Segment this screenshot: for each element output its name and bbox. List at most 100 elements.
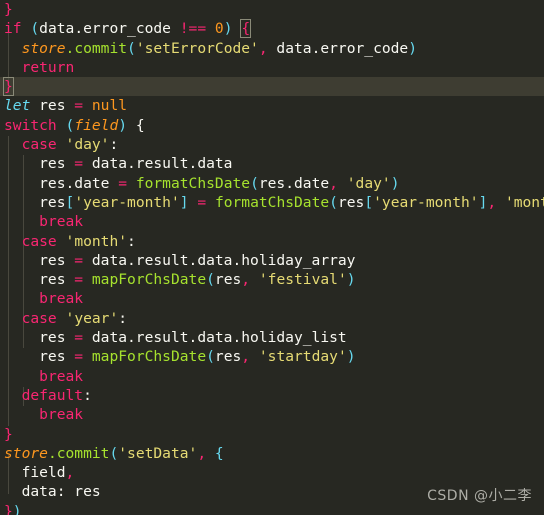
- token-8-4: :: [109, 136, 119, 154]
- token-13-0: [4, 233, 22, 250]
- code-line-11[interactable]: res['year-month'] = formatChsDate(res['y…: [0, 193, 544, 212]
- token-17-2: [57, 310, 66, 327]
- code-line-4[interactable]: return: [0, 58, 544, 77]
- code-editor[interactable]: } if (data.error_code !== 0) { store.comm…: [0, 0, 544, 515]
- code-line-5[interactable]: }: [0, 77, 544, 97]
- token-11-8: (: [329, 193, 338, 211]
- token-13-1: case: [21, 232, 57, 250]
- token-12-1: break: [39, 213, 84, 231]
- token-15-9: ): [346, 271, 356, 289]
- token-8-3: 'day': [65, 136, 110, 154]
- token-12-0: [4, 213, 39, 230]
- code-line-3[interactable]: store.commit('setErrorCode', data.error_…: [0, 39, 544, 58]
- token-4-1: return: [21, 58, 75, 76]
- token-18-1: =: [74, 329, 84, 347]
- code-line-14[interactable]: res = data.result.data.holiday_array: [0, 251, 544, 270]
- token-16-0: [4, 290, 39, 307]
- token-14-2: data.result.data.holiday_array: [83, 251, 356, 269]
- code-line-10[interactable]: res.date = formatChsDate(res.date, 'day'…: [0, 174, 544, 193]
- token-3-4: (: [127, 39, 136, 57]
- token-24-4: 'setData': [118, 444, 198, 462]
- token-26-0: data: [4, 483, 57, 501]
- token-23-0: }: [4, 425, 13, 443]
- token-2-3: data.error_code: [39, 20, 180, 38]
- token-2-5: [206, 20, 215, 37]
- code-line-18[interactable]: res = data.result.data.holiday_list: [0, 328, 544, 347]
- token-27-1: ): [12, 502, 22, 515]
- code-line-15[interactable]: res = mapForChsDate(res, 'festival'): [0, 270, 544, 289]
- code-line-text-19: res = mapForChsDate(res, 'startday'): [0, 347, 356, 366]
- token-16-1: break: [39, 290, 84, 308]
- code-line-21[interactable]: default:: [0, 386, 544, 405]
- code-line-12[interactable]: break: [0, 212, 544, 231]
- token-8-1: case: [21, 136, 57, 154]
- token-15-8: 'festival': [258, 271, 347, 289]
- code-line-text-15: res = mapForChsDate(res, 'festival'): [0, 270, 356, 289]
- code-line-1[interactable]: }: [0, 0, 544, 19]
- token-25-1: ,: [65, 464, 75, 482]
- code-surface[interactable]: } if (data.error_code !== 0) { store.comm…: [0, 0, 544, 515]
- code-line-27[interactable]: }): [0, 502, 544, 515]
- token-6-1: res: [30, 97, 75, 115]
- token-14-1: =: [74, 251, 84, 269]
- token-2-7: ): [223, 20, 233, 38]
- token-11-9: res: [337, 193, 365, 211]
- token-10-6: ,: [329, 174, 338, 192]
- token-2-6: 0: [214, 20, 224, 38]
- token-4-0: [4, 59, 22, 76]
- code-line-16[interactable]: break: [0, 289, 544, 308]
- code-line-26[interactable]: data: res: [0, 482, 544, 501]
- token-24-3: (: [109, 444, 119, 462]
- code-line-24[interactable]: store.commit('setData', {: [0, 444, 544, 463]
- token-3-0: [4, 40, 22, 57]
- token-13-4: :: [127, 232, 136, 250]
- code-line-text-12: break: [0, 212, 83, 231]
- code-line-text-4: return: [0, 58, 75, 77]
- code-line-25[interactable]: field,: [0, 463, 544, 482]
- token-2-0: if: [4, 20, 22, 38]
- code-lines[interactable]: } if (data.error_code !== 0) { store.comm…: [0, 0, 544, 515]
- token-19-6: ,: [241, 348, 251, 366]
- code-line-20[interactable]: break: [0, 367, 544, 386]
- token-6-3: [83, 97, 92, 114]
- token-11-15: 'month': [504, 193, 544, 211]
- code-line-22[interactable]: break: [0, 405, 544, 424]
- token-7-1: [57, 117, 66, 134]
- code-line-text-10: res.date = formatChsDate(res.date, 'day'…: [0, 174, 399, 193]
- code-line-6[interactable]: let res = null: [0, 96, 544, 115]
- token-9-0: res: [4, 155, 75, 173]
- token-3-8: ): [408, 39, 418, 57]
- token-21-0: [4, 387, 22, 404]
- token-3-1: store: [21, 39, 66, 57]
- code-line-7[interactable]: switch (field) {: [0, 116, 544, 135]
- token-19-1: =: [74, 348, 84, 366]
- code-line-text-11: res['year-month'] = formatChsDate(res['y…: [0, 193, 544, 212]
- token-9-1: =: [74, 155, 84, 173]
- token-27-0: }: [4, 502, 13, 515]
- code-line-13[interactable]: case 'month':: [0, 232, 544, 251]
- code-line-23[interactable]: }: [0, 425, 544, 444]
- token-7-3: field: [74, 116, 119, 134]
- code-line-text-14: res = data.result.data.holiday_array: [0, 251, 355, 270]
- code-line-8[interactable]: case 'day':: [0, 135, 544, 154]
- token-15-7: [250, 271, 259, 288]
- code-line-2[interactable]: if (data.error_code !== 0) {: [0, 19, 544, 39]
- token-11-3: ]: [179, 193, 189, 211]
- token-24-1: .: [47, 444, 57, 462]
- token-20-0: [4, 368, 39, 385]
- token-10-2: [127, 175, 136, 192]
- token-19-9: ): [346, 348, 356, 366]
- code-line-9[interactable]: res = data.result.data: [0, 154, 544, 173]
- token-15-4: (: [206, 271, 215, 289]
- token-17-1: case: [21, 309, 57, 327]
- token-10-8: 'day': [346, 174, 391, 192]
- token-10-1: =: [118, 174, 128, 192]
- token-15-1: =: [74, 271, 84, 289]
- code-line-19[interactable]: res = mapForChsDate(res, 'startday'): [0, 347, 544, 366]
- token-10-4: (: [250, 174, 259, 192]
- token-8-2: [57, 136, 66, 153]
- token-19-0: res: [4, 348, 75, 366]
- code-line-17[interactable]: case 'year':: [0, 309, 544, 328]
- token-1-0: }: [4, 1, 13, 18]
- token-10-9: ): [390, 174, 400, 192]
